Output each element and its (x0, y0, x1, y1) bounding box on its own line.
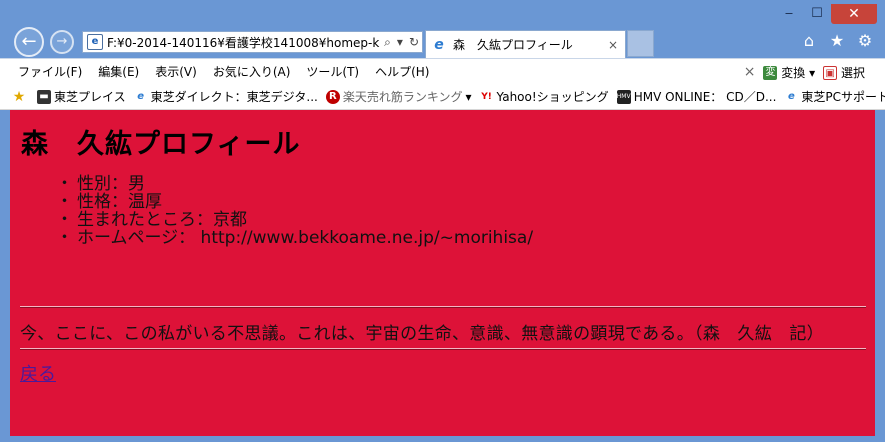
tab-active[interactable]: e 森 久紘プロフィール × (425, 30, 626, 58)
new-tab-button[interactable] (627, 30, 654, 57)
back-button[interactable]: ← (14, 27, 44, 57)
tab-title: 森 久紘プロフィール (453, 38, 573, 52)
refresh-icon[interactable]: ↻ (406, 35, 422, 49)
favorite-label: Yahoo!ショッピング (496, 90, 609, 104)
ie-icon: e (137, 90, 145, 102)
favorite-item[interactable]: e 東芝PCサポート情報 (780, 88, 885, 105)
menu-right-tools: × 変 変換 ▾ ▣ 選択 (744, 59, 865, 85)
tab-close-icon[interactable]: × (605, 38, 621, 52)
page-icon: e (87, 34, 103, 50)
forward-button[interactable]: → (50, 30, 74, 54)
page-title: 森 久紘プロフィール (21, 129, 301, 160)
menu-edit[interactable]: 編集(E) (90, 63, 147, 80)
hmv-icon: HMV (616, 89, 631, 104)
translate-icon: 変 (763, 66, 778, 80)
address-bar[interactable]: e F:¥0-2014-140116¥看護学校141008¥homep-k ⌕ … (82, 31, 423, 53)
favorite-label: 楽天売れ筋ランキング (342, 90, 463, 104)
profile-homepage: ホームページ： http://www.bekkoame.ne.jp/~morih… (56, 229, 533, 247)
add-favorite-button[interactable]: ★ (0, 90, 33, 104)
favorite-item[interactable]: HMV HMV ONLINE： CD／D... (613, 88, 781, 105)
rakuten-icon: R (325, 89, 340, 104)
profile-gender: 性別：男 (56, 175, 533, 193)
window-border-left (0, 110, 10, 442)
menu-close-icon[interactable]: × (744, 64, 756, 80)
divider (20, 348, 866, 350)
address-url[interactable]: F:¥0-2014-140116¥看護学校141008¥homep-k (107, 34, 381, 51)
gear-icon[interactable]: ⚙ (857, 32, 873, 50)
right-toolbar: ⌂ ★ ⚙ (801, 32, 873, 50)
menu-file[interactable]: ファイル(F) (10, 63, 90, 80)
favorites-bar: ★ ▬ 東芝プレイス e 東芝ダイレクト：東芝デジタ... R 楽天売れ筋ランキ… (0, 84, 885, 110)
favorite-label: HMV ONLINE： CD／D... (633, 90, 777, 104)
yahoo-icon: Y! (481, 91, 492, 102)
back-link[interactable]: 戻る (20, 360, 56, 386)
home-icon[interactable]: ⌂ (801, 32, 817, 50)
profile-personality: 性格：温厚 (56, 193, 533, 211)
close-window-button[interactable]: ✕ (831, 4, 877, 24)
star-icon[interactable]: ★ (829, 32, 845, 50)
ie-icon: e (434, 36, 444, 53)
quote-text: 今、ここに、この私がいる不思議。これは、宇宙の生命、意識、無意識の顕現である。（… (20, 324, 824, 344)
maximize-button[interactable]: ☐ (803, 4, 831, 24)
favorite-item[interactable]: ▬ 東芝プレイス (33, 88, 130, 105)
favorite-label: 東芝ダイレクト：東芝デジタ... (150, 90, 318, 104)
favorite-label: 東芝プレイス (54, 90, 126, 104)
select-button[interactable]: ▣ 選択 (823, 64, 865, 81)
menu-help[interactable]: ヘルプ(H) (367, 63, 437, 80)
profile-birthplace: 生まれたところ：京都 (56, 211, 533, 229)
chevron-down-icon: ▾ (465, 89, 472, 104)
menu-view[interactable]: 表示(V) (147, 63, 205, 80)
menu-tools[interactable]: ツール(T) (298, 63, 367, 80)
chevron-down-icon: ▾ (809, 65, 816, 80)
ie-icon: e (788, 90, 795, 102)
menu-favorites[interactable]: お気に入り(A) (205, 63, 299, 80)
select-label: 選択 (840, 65, 865, 80)
chevron-down-icon[interactable]: ▾ (394, 35, 406, 49)
select-icon: ▣ (823, 66, 838, 80)
page-icon: ▬ (37, 89, 51, 104)
window-border-right (875, 110, 885, 442)
favorite-item[interactable]: e 東芝ダイレクト：東芝デジタ... (130, 88, 322, 105)
favorite-label: 東芝PCサポート情報 (801, 90, 885, 104)
window-border-bottom (0, 436, 885, 442)
star-plus-icon: ★ (12, 88, 26, 105)
menu-bar: ファイル(F) 編集(E) 表示(V) お気に入り(A) ツール(T) ヘルプ(… (0, 58, 885, 84)
favorite-item[interactable]: Y! Yahoo!ショッピング (476, 88, 613, 105)
search-icon[interactable]: ⌕ (381, 35, 394, 50)
profile-list: 性別：男 性格：温厚 生まれたところ：京都 ホームページ： http://www… (56, 175, 533, 247)
convert-button[interactable]: 変 変換 ▾ (763, 64, 815, 81)
window-controls: ‒ ☐ ✕ (775, 4, 877, 24)
divider (20, 306, 866, 308)
minimize-button[interactable]: ‒ (775, 4, 803, 24)
page-content: 森 久紘プロフィール 性別：男 性格：温厚 生まれたところ：京都 ホームページ：… (10, 110, 875, 436)
convert-label: 変換 (781, 65, 806, 80)
favorite-item[interactable]: R 楽天売れ筋ランキング ▾ (322, 88, 476, 105)
